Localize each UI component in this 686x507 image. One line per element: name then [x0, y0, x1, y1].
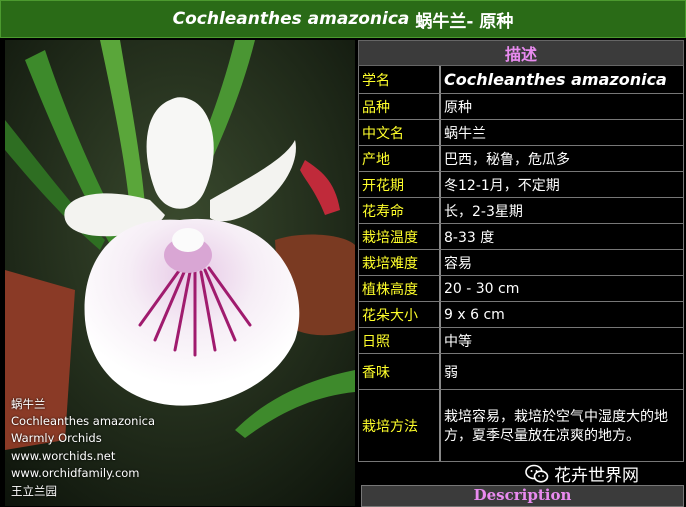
table-row: 栽培方法 栽培容易，栽培於空气中湿度大的地方，夏季尽量放在凉爽的地方。 — [358, 390, 684, 462]
watermark-text: 花卉世界网 — [554, 466, 639, 486]
table-row: 品种 原种 — [358, 94, 684, 120]
row-value: 蜗牛兰 — [444, 125, 486, 142]
row-label: 开花期 — [359, 172, 441, 197]
table-row: 花朵大小 9 x 6 cm — [358, 302, 684, 328]
title-latin-name: Cochleanthes amazonica — [172, 9, 410, 29]
row-value: 巴西，秘鲁，危瓜多 — [444, 151, 570, 168]
caption-latin-name: Cochleanthes amazonica — [11, 413, 156, 428]
title-bar: Cochleanthes amazonica 蜗牛兰- 原种 — [0, 0, 686, 38]
watermark: 花卉世界网 — [525, 461, 639, 486]
row-value: 弱 — [444, 364, 458, 381]
row-label: 栽培方法 — [359, 390, 441, 461]
row-value: 容易 — [444, 255, 472, 272]
table-row: 植株高度 20 - 30 cm — [358, 276, 684, 302]
row-value: 长，2-3星期 — [444, 203, 523, 220]
table-row: 花寿命 长，2-3星期 — [358, 198, 684, 224]
caption-chinese-name: 蜗牛兰 — [11, 396, 46, 411]
row-value: 20 - 30 cm — [444, 280, 520, 297]
table-row: 日照 中等 — [358, 328, 684, 354]
table-row: 中文名 蜗牛兰 — [358, 120, 684, 146]
photo-caption: 蜗牛兰 Cochleanthes amazonica Warmly Orchid… — [11, 396, 155, 500]
row-value: 9 x 6 cm — [444, 306, 505, 323]
table-heading: 描述 — [358, 40, 684, 66]
row-label: 学名 — [359, 66, 441, 93]
row-label: 植株高度 — [359, 276, 441, 301]
row-value: 中等 — [444, 333, 472, 350]
title-chinese-name: 蜗牛兰- 原种 — [415, 11, 514, 32]
table-row: 栽培难度 容易 — [358, 250, 684, 276]
wechat-icon — [525, 464, 549, 483]
table-row: 开花期 冬12-1月，不定期 — [358, 172, 684, 198]
row-label: 品种 — [359, 94, 441, 119]
orchid-photo: 蜗牛兰 Cochleanthes amazonica Warmly Orchid… — [5, 40, 355, 506]
caption-nursery: Warmly Orchids — [11, 431, 102, 446]
caption-website-1: www.worchids.net — [11, 448, 116, 463]
row-label: 花朵大小 — [359, 302, 441, 327]
table-row: 学名 Cochleanthes amazonica — [358, 66, 684, 94]
description-heading: Description — [361, 485, 684, 507]
table-row: 栽培温度 8-33 度 — [358, 224, 684, 250]
row-label: 栽培难度 — [359, 250, 441, 275]
description-table: 描述 学名 Cochleanthes amazonica 品种 原种 中文名 蜗… — [358, 40, 684, 462]
table-row: 产地 巴西，秘鲁，危瓜多 — [358, 146, 684, 172]
row-label: 日照 — [359, 328, 441, 353]
row-value: 栽培容易，栽培於空气中湿度大的地方，夏季尽量放在凉爽的地方。 — [444, 408, 668, 444]
row-label: 中文名 — [359, 120, 441, 145]
row-label: 栽培温度 — [359, 224, 441, 249]
row-label: 花寿命 — [359, 198, 441, 223]
row-label: 香味 — [359, 354, 441, 389]
caption-garden-name: 王立兰园 — [11, 483, 57, 498]
row-value: 原种 — [444, 99, 472, 116]
row-value: Cochleanthes amazonica — [444, 70, 667, 89]
row-value: 冬12-1月，不定期 — [444, 177, 560, 194]
row-value: 8-33 度 — [444, 229, 495, 246]
row-label: 产地 — [359, 146, 441, 171]
table-row: 香味 弱 — [358, 354, 684, 390]
caption-website-2: www.orchidfamily.com — [11, 466, 140, 481]
